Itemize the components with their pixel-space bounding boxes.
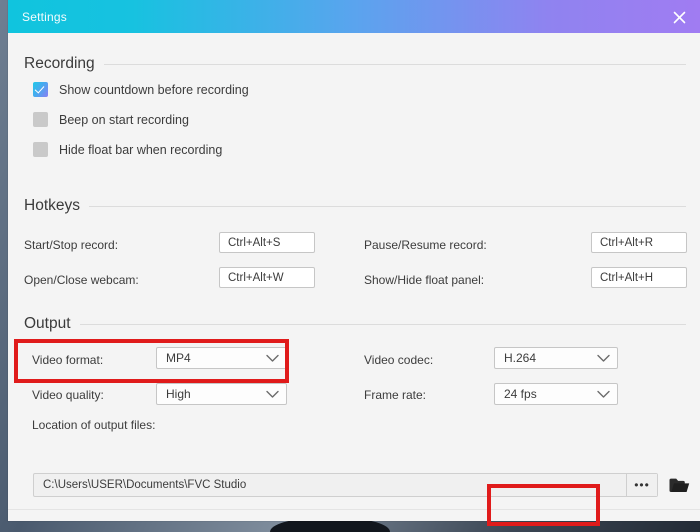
input-value: Ctrl+Alt+S	[228, 236, 281, 249]
select-video-codec[interactable]: H.264	[494, 347, 618, 369]
section-title-recording: Recording	[24, 55, 95, 72]
chevron-down-icon	[266, 388, 279, 401]
input-show-hide-float-panel[interactable]: Ctrl+Alt+H	[591, 267, 687, 288]
section-rule	[103, 63, 686, 65]
checkbox-label: Show countdown before recording	[59, 82, 249, 97]
section-header-output: Output	[24, 315, 686, 333]
label-pause-resume-record: Pause/Resume record:	[364, 238, 487, 252]
chevron-down-icon	[266, 352, 279, 365]
output-path-field[interactable]: C:\Users\USER\Documents\FVC Studio •••	[33, 473, 658, 497]
footer-divider	[8, 509, 700, 510]
dialog-title: Settings	[22, 9, 67, 24]
input-pause-resume-record[interactable]: Ctrl+Alt+R	[591, 232, 687, 253]
input-value: Ctrl+Alt+R	[600, 236, 654, 249]
dialog-body: Recording Show countdown before recordin…	[8, 33, 700, 521]
input-open-close-webcam[interactable]: Ctrl+Alt+W	[219, 267, 315, 288]
label-show-hide-float-panel: Show/Hide float panel:	[364, 273, 485, 287]
label-video-codec: Video codec:	[364, 353, 434, 367]
label-open-close-webcam: Open/Close webcam:	[24, 273, 139, 287]
label-location-of-output-files: Location of output files:	[32, 418, 156, 432]
checkbox-hide-float-bar[interactable]: Hide float bar when recording	[33, 142, 222, 157]
checkbox-beep-on-start[interactable]: Beep on start recording	[33, 112, 189, 127]
label-start-stop-record: Start/Stop record:	[24, 238, 119, 252]
folder-icon[interactable]	[666, 473, 692, 497]
dialog-titlebar: Settings	[8, 0, 700, 33]
checkbox-icon-unchecked[interactable]	[33, 142, 48, 157]
input-value: Ctrl+Alt+H	[600, 271, 654, 284]
label-video-format: Video format:	[32, 353, 104, 367]
input-value: Ctrl+Alt+W	[228, 271, 284, 284]
checkbox-icon-checked[interactable]	[33, 82, 48, 97]
checkbox-label: Beep on start recording	[59, 112, 189, 127]
checkbox-label: Hide float bar when recording	[59, 142, 223, 157]
section-rule	[79, 323, 686, 325]
checkbox-icon-unchecked[interactable]	[33, 112, 48, 127]
select-video-quality[interactable]: High	[156, 383, 287, 405]
section-title-output: Output	[24, 315, 71, 332]
close-icon[interactable]	[668, 6, 690, 28]
section-header-recording: Recording	[24, 55, 686, 73]
section-rule	[89, 205, 686, 207]
input-start-stop-record[interactable]: Ctrl+Alt+S	[219, 232, 315, 253]
browse-dots-button[interactable]: •••	[626, 474, 657, 496]
chevron-down-icon	[597, 388, 610, 401]
select-value: MP4	[166, 351, 191, 365]
settings-dialog: Settings Recording Show countdown before…	[8, 0, 700, 521]
output-path-value: C:\Users\USER\Documents\FVC Studio	[43, 479, 247, 491]
select-value: 24 fps	[504, 387, 537, 401]
section-header-hotkeys: Hotkeys	[24, 197, 686, 215]
checkbox-show-countdown[interactable]: Show countdown before recording	[33, 82, 249, 97]
chevron-down-icon	[597, 352, 610, 365]
label-frame-rate: Frame rate:	[364, 388, 427, 402]
select-video-format[interactable]: MP4	[156, 347, 287, 369]
section-title-hotkeys: Hotkeys	[24, 197, 80, 214]
select-value: High	[166, 387, 191, 401]
select-value: H.264	[504, 351, 537, 365]
label-video-quality: Video quality:	[32, 388, 104, 402]
select-frame-rate[interactable]: 24 fps	[494, 383, 618, 405]
